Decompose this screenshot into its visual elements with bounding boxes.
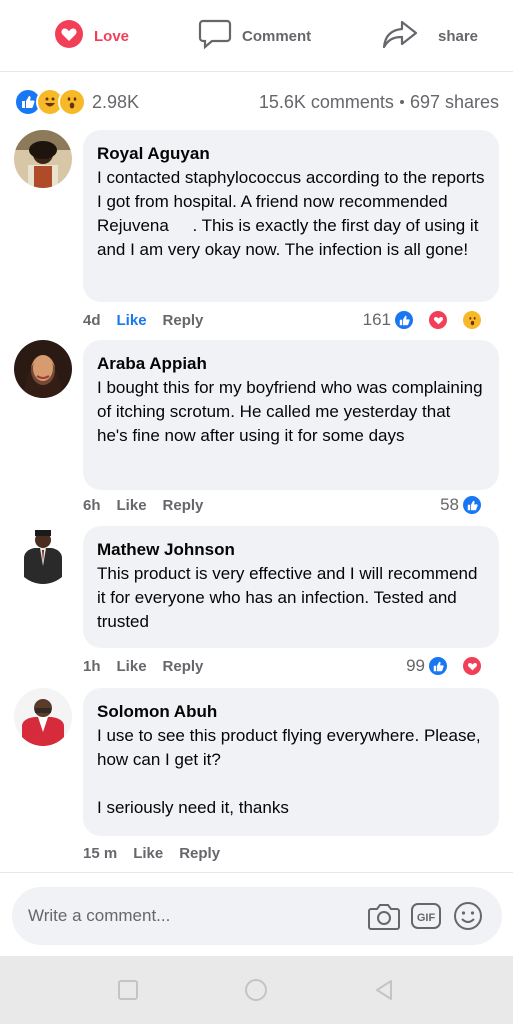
comment-meta: 4d Like Reply 161 [83, 307, 499, 333]
comment-text: I contacted staphylococcus according to … [97, 168, 490, 259]
separator-dot [399, 100, 404, 104]
comment-reactions[interactable]: 99 [406, 655, 499, 677]
comment-like-button[interactable]: Like [117, 312, 147, 329]
comment-meta: 1h Like Reply 99 [83, 653, 499, 679]
comment-time: 1h [83, 657, 101, 675]
post-action-bar: Love Comment share [0, 0, 513, 72]
comment-input-placeholder: Write a comment... [28, 906, 171, 925]
comment-reply-button[interactable]: Reply [163, 312, 204, 329]
gif-icon[interactable]: GIF [408, 898, 444, 934]
back-icon[interactable] [372, 978, 396, 1002]
comment-bubble[interactable]: Mathew Johnson This product is very effe… [83, 526, 499, 648]
comment-text: I use to see this product flying everywh… [97, 726, 481, 817]
comment-label: Comment [242, 27, 312, 45]
comment-meta: 15 m Like Reply [83, 840, 499, 866]
comment-author[interactable]: Royal Aguyan [97, 144, 485, 164]
comment-bubble[interactable]: Royal Aguyan I contacted staphylococcus … [83, 130, 499, 302]
comment-icon [198, 18, 232, 54]
love-reaction-icon [461, 655, 483, 677]
comment-reactions[interactable]: 58 [440, 494, 499, 516]
comment-reaction-count: 99 [406, 656, 425, 675]
system-navigation-bar [0, 956, 513, 1024]
comment-button[interactable]: Comment [198, 18, 311, 54]
heart-icon [54, 19, 84, 53]
engagement-stats: 15.6K comments 697 shares [259, 92, 499, 113]
comment-time: 4d [83, 311, 101, 329]
comment-reply-button[interactable]: Reply [179, 845, 220, 862]
share-arrow-icon [382, 18, 418, 54]
wow-reaction-icon [58, 88, 86, 116]
avatar[interactable] [14, 130, 72, 188]
like-reaction-icon [427, 655, 449, 677]
comment-time: 6h [83, 496, 101, 514]
comment-author[interactable]: Mathew Johnson [97, 540, 485, 560]
comment-like-button[interactable]: Like [133, 845, 163, 862]
share-label: share [438, 27, 479, 45]
comments-count[interactable]: 15.6K comments [259, 92, 394, 113]
home-icon[interactable] [244, 978, 268, 1002]
comment-text: This product is very effective and I wil… [97, 564, 483, 631]
camera-icon[interactable] [366, 898, 402, 934]
avatar[interactable] [14, 526, 72, 584]
wow-reaction-icon [461, 309, 483, 331]
comment-input[interactable]: Write a comment... GIF [12, 887, 502, 945]
love-reaction-icon [427, 309, 449, 331]
comment-reply-button[interactable]: Reply [163, 497, 204, 514]
comment-reply-button[interactable]: Reply [163, 658, 204, 675]
comment-reaction-count: 161 [362, 310, 391, 329]
comment-like-button[interactable]: Like [117, 497, 147, 514]
share-button[interactable]: share [382, 18, 478, 54]
like-reaction-icon [461, 494, 483, 516]
love-label: Love [94, 27, 130, 45]
avatar[interactable] [14, 688, 72, 746]
reaction-stack[interactable]: 2.98K [14, 88, 139, 116]
comment-bubble[interactable]: Araba Appiah I bought this for my boyfri… [83, 340, 499, 490]
comment-composer-area: Write a comment... GIF [0, 872, 513, 956]
reaction-count: 2.98K [92, 91, 140, 112]
reaction-summary: 2.98K 15.6K comments 697 shares [14, 84, 499, 120]
comment-author[interactable]: Araba Appiah [97, 354, 485, 374]
comment-meta: 6h Like Reply 58 [83, 492, 499, 518]
like-reaction-icon [393, 309, 415, 331]
love-button[interactable]: Love [54, 18, 129, 54]
recent-apps-icon[interactable] [116, 978, 140, 1002]
comment-bubble[interactable]: Solomon Abuh I use to see this product f… [83, 688, 499, 836]
svg-text:GIF: GIF [417, 912, 436, 924]
comment-reaction-count: 58 [440, 495, 459, 514]
comment-author[interactable]: Solomon Abuh [97, 702, 485, 722]
comment-time: 15 m [83, 844, 118, 862]
comment-like-button[interactable]: Like [117, 658, 147, 675]
avatar[interactable] [14, 340, 72, 398]
shares-count[interactable]: 697 shares [410, 92, 499, 113]
comment-text: I bought this for my boyfriend who was c… [97, 378, 488, 445]
comment-reactions[interactable]: 161 [363, 309, 499, 331]
emoji-icon[interactable] [450, 898, 486, 934]
